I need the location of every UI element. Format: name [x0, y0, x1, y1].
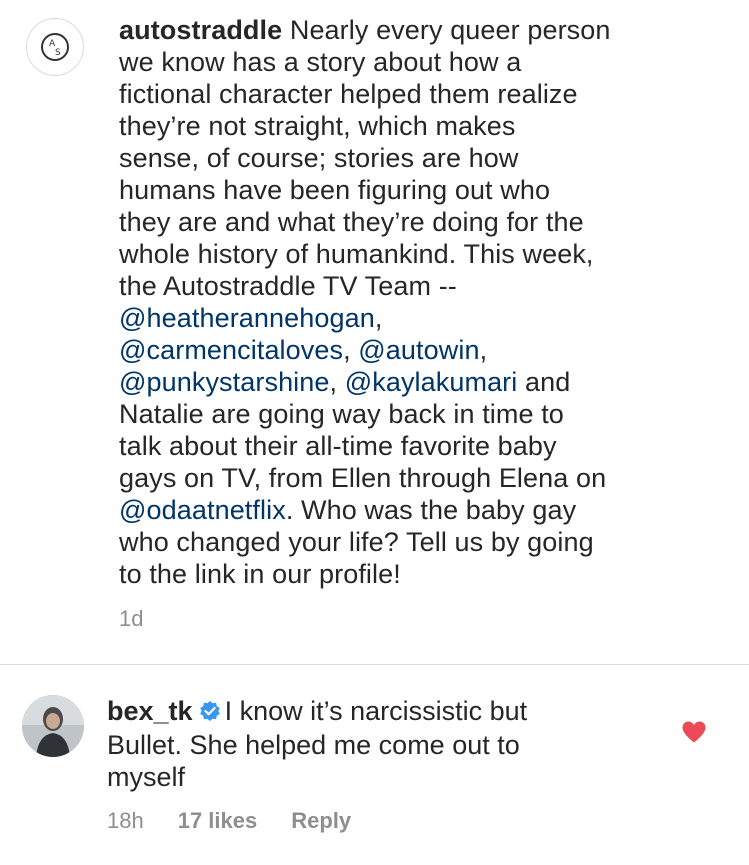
caption-line: the Autostraddle TV Team -- — [119, 270, 739, 302]
caption-line: we know has a story about how a — [119, 46, 739, 78]
autostraddle-logo-icon: A S — [41, 33, 69, 61]
caption-text-segment: talk about their all-time favorite baby — [119, 431, 557, 461]
caption-text-segment: sense, of course; stories are how — [119, 143, 519, 173]
comment-item: bex_tk I know it’s narcissistic but Bulle… — [0, 665, 749, 865]
caption-line: humans have been figuring out who — [119, 174, 739, 206]
caption-line: Natalie are going way back in time to — [119, 398, 739, 430]
caption-text-segment: and — [517, 367, 571, 397]
caption-text-segment: , — [479, 335, 488, 365]
caption-line: who changed your life? Tell us by going — [119, 526, 739, 558]
caption-text-segment: , — [343, 335, 359, 365]
caption-line: whole history of humankind. This week, — [119, 238, 739, 270]
comment-line-3: myself — [107, 762, 186, 792]
caption-line: they are and what they’re doing for the — [119, 206, 739, 238]
caption-line: @heatheranne​hogan, — [119, 302, 739, 334]
caption-text-segment: humans have been figuring out who — [119, 175, 551, 205]
caption-line: autostraddle Nearly every queer person — [119, 14, 739, 46]
comment-text: bex_tk I know it’s narcissistic but Bulle… — [107, 695, 667, 793]
caption-line: they’re not straight, which makes — [119, 110, 739, 142]
comment-line-2: Bullet. She helped me come out to — [107, 730, 520, 760]
svg-text:S: S — [55, 48, 61, 58]
caption-text-segment: the Autostraddle TV Team -- — [119, 271, 457, 301]
caption-text-segment: who changed your life? Tell us by going — [119, 527, 594, 557]
comment-username[interactable]: bex_tk — [107, 696, 193, 726]
caption-text: autostraddle Nearly every queer person we… — [119, 14, 739, 590]
caption-text-segment: whole history of humankind. This week, — [119, 239, 594, 269]
caption-text-segment: Nearly every queer person — [289, 15, 611, 45]
comment-line-1: I know it’s narcissistic but — [224, 696, 528, 726]
mention-link[interactable]: @odaatnetflix — [119, 495, 286, 525]
mention-link[interactable]: @carmencitaloves — [119, 335, 343, 365]
caption-text-segment: fictional character helped them realize — [119, 79, 578, 109]
caption-line: @punkystarshine, @kaylakumari and — [119, 366, 739, 398]
caption-text-segment: . Who was the baby gay — [285, 495, 577, 525]
post-username[interactable]: autostraddle — [119, 15, 282, 45]
caption-text-segment: they are and what they’re doing for the — [119, 207, 584, 237]
caption-line: @carmencitaloves, @autowin, — [119, 334, 739, 366]
caption-line: gays on TV, from Ellen through Elena on — [119, 462, 739, 494]
mention-link[interactable]: @punkystarshine — [119, 367, 330, 397]
caption-text-segment: , — [374, 303, 383, 333]
post-timestamp: 1d — [119, 606, 144, 631]
caption-text-segment: to the link in our profile! — [119, 559, 401, 589]
caption-line: sense, of course; stories are how — [119, 142, 739, 174]
mention-link[interactable]: @heatheranne​hogan — [119, 303, 375, 333]
caption-text-segment: Natalie are going way back in time to — [119, 399, 564, 429]
caption-line: talk about their all-time favorite baby — [119, 430, 739, 462]
autostraddle-avatar[interactable]: A S — [26, 18, 84, 76]
verified-badge-icon — [199, 697, 221, 729]
caption-text-segment: they’re not straight, which makes — [119, 111, 516, 141]
mention-link[interactable]: @autowin — [358, 335, 479, 365]
comment-meta: 18h 17 likes Reply — [107, 808, 351, 834]
caption-line: @odaatnetflix. Who was the baby gay — [119, 494, 739, 526]
mention-link[interactable]: @kaylakumari — [345, 367, 518, 397]
heart-icon[interactable] — [681, 720, 707, 749]
bex-tk-avatar[interactable] — [22, 695, 84, 757]
reply-button[interactable]: Reply — [291, 808, 351, 834]
caption-text-segment: we know has a story about how a — [119, 47, 522, 77]
caption-text-segment: , — [329, 367, 345, 397]
comment-timestamp: 18h — [107, 808, 144, 833]
comment-likes[interactable]: 17 likes — [178, 808, 258, 834]
caption-text-segment: gays on TV, from Ellen through Elena on — [119, 463, 607, 493]
caption-line: to the link in our profile! — [119, 558, 739, 590]
caption-line: fictional character helped them realize — [119, 78, 739, 110]
post-caption: A S autostraddle Nearly every queer pers… — [0, 0, 749, 664]
